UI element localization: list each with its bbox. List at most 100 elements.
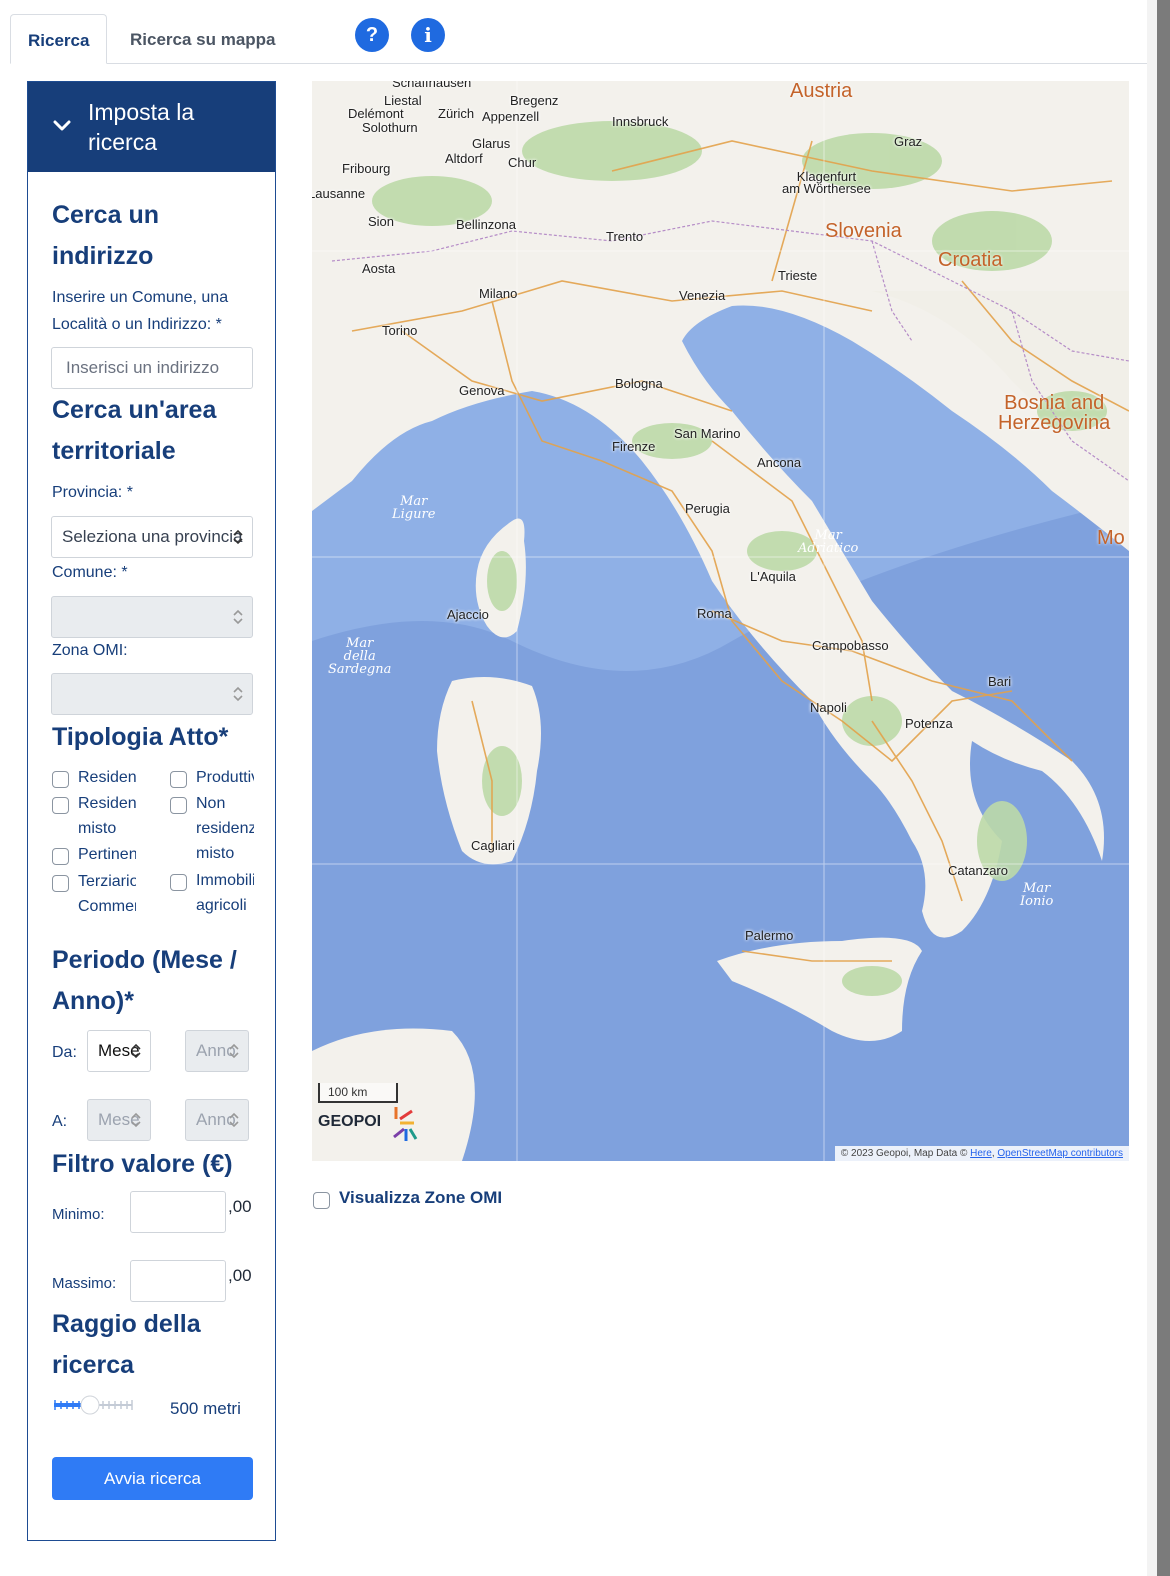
select-arrows-icon [229, 1112, 239, 1128]
checkbox-label: Terziario Commerciale [78, 873, 136, 915]
map-city-label: Ajaccio [447, 607, 489, 622]
zona-omi-select[interactable] [51, 673, 253, 715]
map-city-label: Delémont [348, 106, 404, 121]
select-arrows-icon [229, 1043, 239, 1059]
massimo-decimals: ,00 [228, 1266, 252, 1285]
checkbox-produttivo[interactable] [170, 771, 187, 788]
a-anno-select[interactable]: Anno [185, 1099, 249, 1141]
map-city-label: Zürich [438, 106, 475, 121]
map-sea-label: Mar Ligure [392, 494, 436, 522]
address-label: Inserire un Comune, una Località o un In… [52, 289, 229, 333]
map-city-label: Solothurn [362, 120, 418, 135]
attribution-text: © 2023 Geopoi, Map Data © [840, 1148, 971, 1159]
a-mese-select[interactable]: Mese [87, 1099, 151, 1141]
map-city-label: Potenza [905, 716, 953, 731]
panel-title: Imposta la ricerca [88, 99, 195, 155]
minimo-input[interactable] [130, 1191, 226, 1233]
map-city-label: Bologna [615, 376, 663, 391]
scrollbar-track[interactable] [1147, 0, 1157, 1576]
da-label: Da: [52, 1044, 77, 1061]
map-city-label: Venezia [679, 288, 726, 303]
map-city-label: Perugia [685, 501, 730, 516]
map-city-label: Appenzell [482, 109, 540, 124]
massimo-input[interactable] [130, 1260, 226, 1302]
select-arrows-icon [233, 686, 243, 702]
panel-header[interactable]: Imposta la ricerca [28, 82, 275, 172]
map-city-label: Cagliari [471, 838, 516, 853]
search-panel: Imposta la ricerca Cerca un indirizzo In… [27, 81, 276, 1541]
map-country-label: Mo [1097, 527, 1125, 549]
tab-ricerca[interactable]: Ricerca [10, 14, 108, 64]
checkbox-label: Pertinenze [78, 846, 136, 863]
here-link[interactable]: Here [970, 1148, 992, 1159]
map-city-label: Trento [606, 229, 644, 244]
checkbox-pertinenze[interactable] [52, 848, 69, 865]
map-city-label: Altdorf [445, 151, 483, 166]
checkbox-label: Residenziale [78, 769, 136, 786]
map-city-label: San Marino [674, 426, 741, 441]
visualizza-zone-omi-label: Visualizza Zone OMI [339, 1188, 503, 1207]
map-country-label: Slovenia [825, 220, 902, 242]
checkbox-label: Residenziale misto [78, 795, 136, 837]
map-city-label: Bari [988, 674, 1012, 689]
geopoi-burst-icon [393, 1107, 418, 1141]
address-input[interactable]: Inserisci un indirizzo [51, 347, 253, 389]
minimo-decimals: ,00 [228, 1197, 252, 1216]
map-view[interactable]: Austria Slovenia Croatia Bosnia and Herz… [312, 81, 1129, 1161]
map-city-label: Chur [508, 155, 537, 170]
map-city-label: Aosta [362, 261, 396, 276]
checkbox-label: Non residenziale misto [196, 795, 254, 862]
map-city-label: Sion [368, 214, 395, 229]
map-city-label: Bellinzona [456, 217, 516, 232]
osm-link[interactable]: OpenStreetMap contributors [997, 1148, 1123, 1159]
map-city-label: Fribourg [342, 161, 391, 176]
select-arrows-icon [131, 1043, 141, 1059]
map-city-label: Palermo [745, 928, 794, 943]
map-sea-label: Mar della Sardegna [328, 636, 392, 677]
select-arrows-icon [233, 609, 243, 625]
geopoi-logo: GEOPOI [318, 1107, 418, 1141]
help-icon[interactable]: ? [355, 18, 389, 52]
map-city-label: Schaffhausen [392, 81, 472, 90]
checkbox-residenziale[interactable] [52, 771, 69, 788]
map-city-label: L'Aquila [750, 569, 796, 584]
map-city-label: Innsbruck [612, 114, 669, 129]
radius-value: 500 metri [170, 1399, 241, 1418]
checkbox-immobili-agricoli[interactable] [170, 874, 187, 891]
chevron-down-icon [53, 120, 71, 131]
checkbox-residenziale-misto[interactable] [52, 797, 69, 814]
select-arrows-icon [233, 529, 243, 545]
da-anno-select[interactable]: Anno [185, 1030, 249, 1072]
comune-select[interactable] [51, 596, 253, 638]
map-city-label: Bregenz [510, 93, 559, 108]
map-city-label: Campobasso [812, 638, 889, 653]
radius-slider[interactable] [52, 1394, 134, 1416]
area-section-title: Cerca un'area territoriale [52, 396, 217, 465]
map-city-label: Genova [459, 383, 505, 398]
map-sea-label: Mar Adriatico [798, 528, 859, 556]
periodo-title: Periodo (Mese / Anno)* [52, 946, 237, 1015]
a-label: A: [52, 1113, 68, 1130]
address-section-title: Cerca un indirizzo [52, 201, 159, 270]
map-city-label: Firenze [612, 439, 656, 454]
scrollbar[interactable] [1157, 0, 1170, 1576]
map-city-label: Glarus [472, 136, 511, 151]
visualizza-zone-omi-checkbox[interactable] [313, 1192, 330, 1209]
map-city-label: Graz [894, 134, 923, 149]
provincia-select[interactable]: Seleziona una provincia [51, 516, 253, 558]
map-country-label: Bosnia and Herzegovina [998, 392, 1111, 434]
map-country-label: Austria [790, 81, 853, 102]
da-mese-select[interactable]: Mese [87, 1030, 151, 1072]
checkbox-non-residenziale-misto[interactable] [170, 797, 187, 814]
geopoi-logo-text: GEOPOI [318, 1113, 382, 1130]
checkbox-terziario-commerciale[interactable] [52, 875, 69, 892]
raggio-title: Raggio della ricerca [52, 1310, 201, 1379]
info-icon[interactable]: i [411, 18, 445, 52]
map-city-label: Roma [697, 606, 732, 621]
avvia-ricerca-button[interactable]: Avvia ricerca [52, 1457, 253, 1500]
tab-ricerca-su-mappa[interactable]: Ricerca su mappa [113, 14, 293, 64]
massimo-label: Massimo: [52, 1275, 117, 1292]
tab-bar: Ricerca Ricerca su mappa ? i [10, 14, 1147, 64]
minimo-label: Minimo: [52, 1206, 105, 1223]
map-scale-bar: 100 km [318, 1083, 398, 1103]
